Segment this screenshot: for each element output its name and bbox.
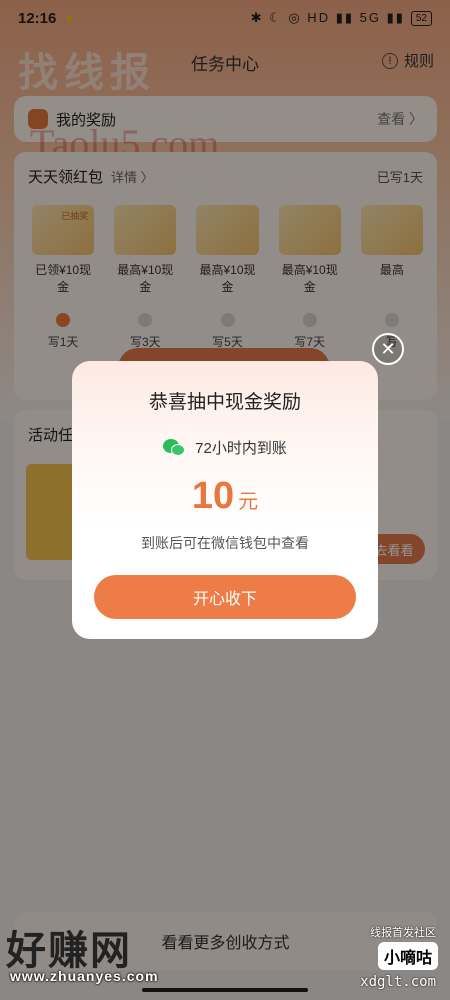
amount-value: 10: [191, 475, 235, 517]
amount-unit: 元: [238, 491, 259, 513]
wechat-icon: [163, 438, 187, 458]
watermark-right-url: xdglt.com: [360, 974, 436, 990]
wechat-arrival-row: 72小时内到账: [72, 437, 378, 458]
watermark-left-url: www.zhuanyes.com: [10, 968, 159, 984]
watermark-right-badge: 小嘀咕: [377, 942, 438, 970]
accept-button[interactable]: 开心收下: [94, 575, 356, 619]
modal-title: 恭喜抽中现金奖励: [148, 392, 301, 413]
close-icon[interactable]: ✕: [372, 333, 404, 365]
reward-amount: 10 元: [72, 475, 378, 518]
modal-note: 到账后可在微信钱包中查看: [141, 535, 309, 551]
arrival-text: 72小时内到账: [195, 440, 287, 457]
watermark-right-top: 线报首发社区: [370, 927, 436, 939]
reward-modal: 恭喜抽中现金奖励 72小时内到账 10 元 到账后可在微信钱包中查看 开心收下: [72, 361, 378, 639]
home-indicator: [142, 988, 308, 992]
